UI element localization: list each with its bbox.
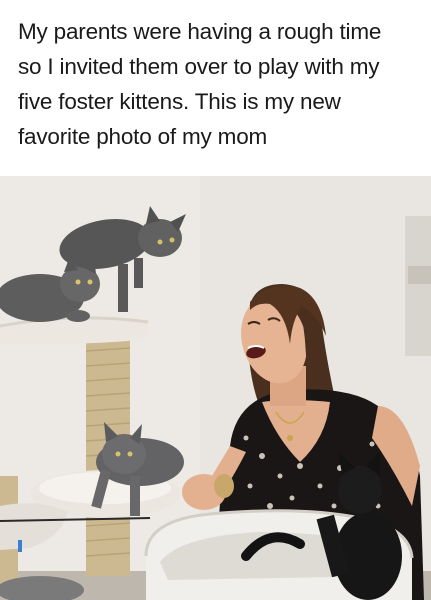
- caption-line-2: so I invited them over to play with my: [18, 54, 380, 79]
- wall-shelf: [405, 216, 431, 356]
- cat-toy: [214, 474, 234, 498]
- caption-line-1: My parents were having a rough time: [18, 19, 382, 44]
- caption-line-3: five foster kittens. This is my new: [18, 89, 341, 114]
- photo-illustration: [0, 176, 431, 600]
- caption-line-4: favorite photo of my mom: [18, 124, 268, 149]
- photo: [0, 176, 431, 600]
- meme-caption: My parents were having a rough time so I…: [0, 0, 431, 176]
